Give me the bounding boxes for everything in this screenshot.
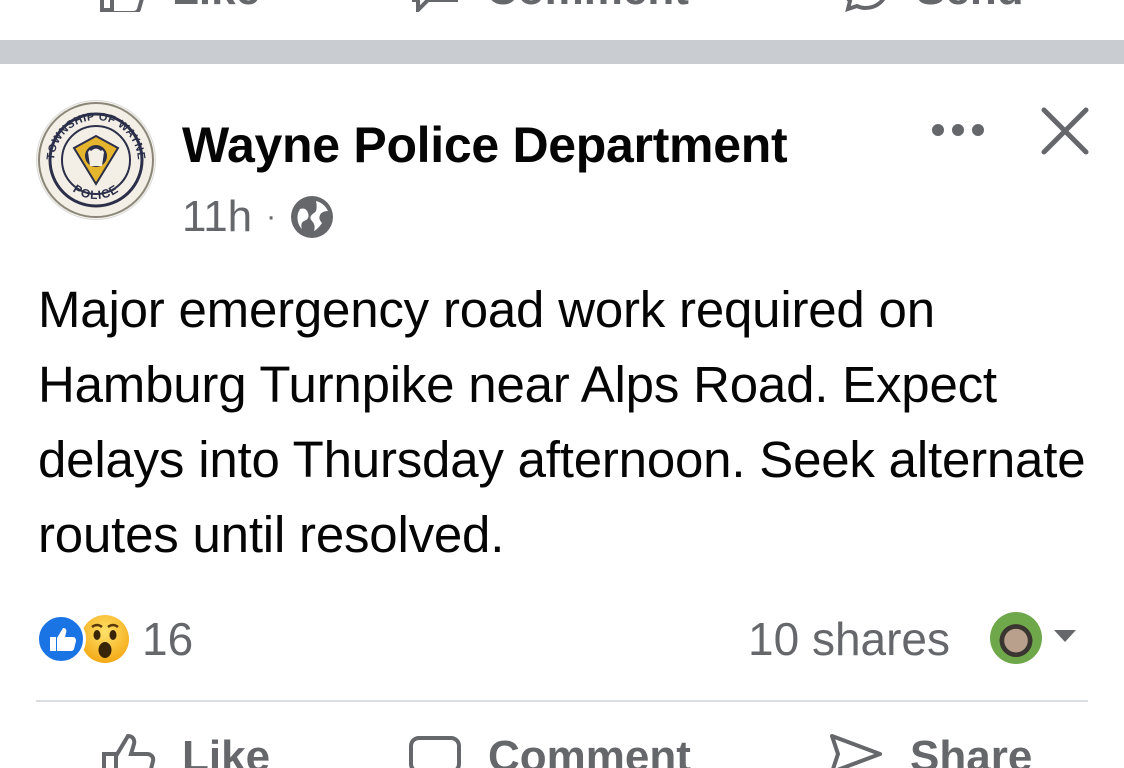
comment-icon <box>409 736 461 768</box>
like-button[interactable]: Like <box>100 732 270 768</box>
facebook-post-screen: Like Comment Send TOWNSHIP OF <box>0 0 1124 768</box>
like-reaction-icon <box>36 614 86 664</box>
meta-separator: · <box>266 200 277 233</box>
prev-like-label: Like <box>172 0 260 15</box>
page-name-link[interactable]: Wayne Police Department <box>182 116 788 174</box>
prev-send-label: Send <box>916 0 1024 15</box>
more-options-button[interactable] <box>928 112 988 148</box>
prev-like-button[interactable]: Like <box>96 0 260 15</box>
caret-down-icon <box>1054 630 1076 642</box>
prev-comment-label: Comment <box>486 0 689 15</box>
close-icon <box>1041 107 1089 155</box>
comment-icon <box>412 0 458 12</box>
post-message: Major emergency road work required on Ha… <box>38 281 1086 563</box>
post-timestamp[interactable]: 11h <box>182 192 252 242</box>
post-meta: 11h · <box>182 192 334 242</box>
shares-count-link[interactable]: 10 shares <box>748 612 950 666</box>
police-seal-logo: TOWNSHIP OF WAYNE POLICE <box>38 102 154 218</box>
previous-post-actions: Like Comment Send <box>0 0 1124 15</box>
messenger-icon <box>845 0 885 12</box>
more-dots-icon <box>932 124 984 136</box>
globe-icon[interactable] <box>290 195 334 239</box>
share-button[interactable]: Share <box>828 732 1032 768</box>
wow-reaction-icon <box>80 614 130 664</box>
comment-button[interactable]: Comment <box>408 732 691 768</box>
page-avatar[interactable]: TOWNSHIP OF WAYNE POLICE <box>36 100 156 220</box>
share-label: Share <box>910 732 1033 768</box>
react-as-avatar[interactable] <box>990 612 1042 664</box>
prev-comment-button[interactable]: Comment <box>410 0 689 15</box>
comment-label: Comment <box>488 732 691 768</box>
like-label: Like <box>182 732 271 768</box>
post-actions-bar: Like Comment Share <box>0 732 1124 768</box>
reactions-summary[interactable]: 16 <box>36 612 193 666</box>
prev-send-button[interactable]: Send <box>840 0 1024 15</box>
reaction-count: 16 <box>142 613 194 665</box>
thumbs-up-icon <box>102 733 156 768</box>
feed-separator <box>0 40 1124 64</box>
actions-divider <box>36 700 1088 702</box>
react-as-dropdown[interactable] <box>1052 628 1078 649</box>
thumbs-up-icon <box>100 0 144 12</box>
share-arrow-icon <box>830 734 882 768</box>
hide-post-button[interactable] <box>1038 104 1092 158</box>
